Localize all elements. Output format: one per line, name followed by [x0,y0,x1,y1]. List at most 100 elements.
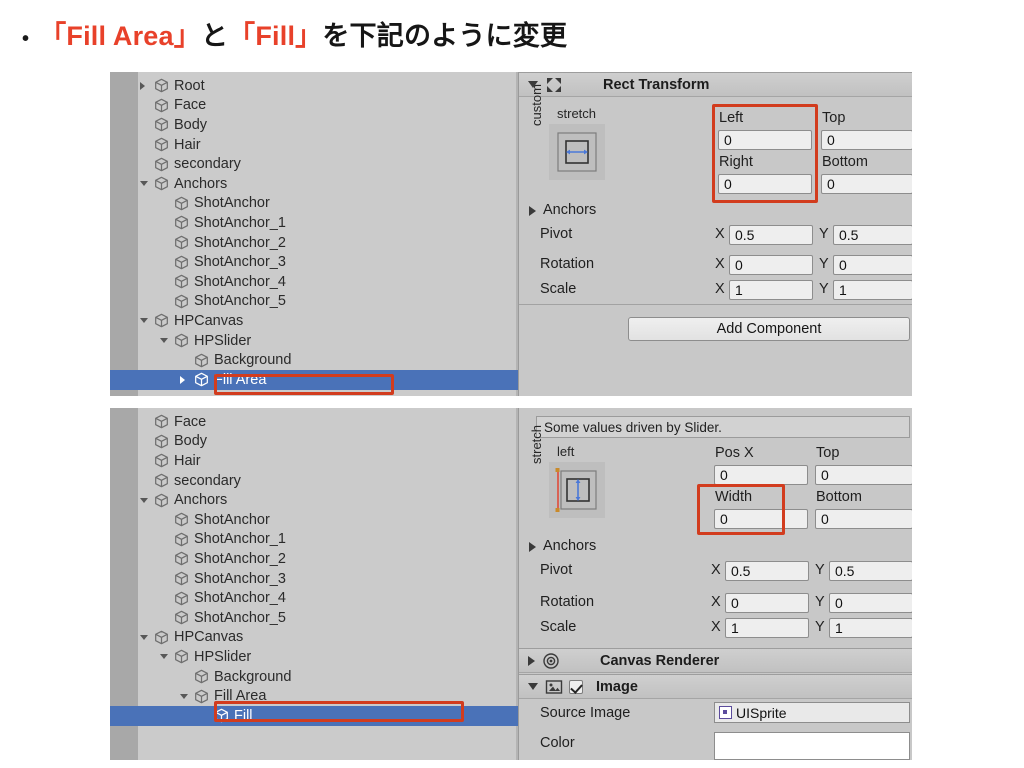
scale-x-input[interactable]: 1 [729,280,813,300]
hierarchy-item[interactable]: secondary [110,154,518,174]
field-input-width[interactable]: 0 [714,509,808,529]
field-input-right[interactable]: 0 [718,174,812,194]
chevron-right-icon[interactable] [529,206,536,216]
hierarchy-item[interactable]: ShotAnchor_5 [110,608,518,628]
game-object-icon [174,610,189,625]
hierarchy-item[interactable]: Body [110,115,518,135]
chevron-down-icon[interactable] [180,693,188,699]
anchor-preset-widget-top[interactable]: stretch custom [529,84,623,186]
hierarchy-item[interactable]: secondary [110,471,518,491]
hierarchy-item-label: Fill Area [214,371,267,388]
hierarchy-item[interactable]: ShotAnchor_3 [110,569,518,589]
game-object-icon [154,157,169,172]
field-input-bottom[interactable]: 0 [821,174,912,194]
field-input-left[interactable]: 0 [718,130,812,150]
chevron-down-icon[interactable] [160,338,168,344]
source-image-field[interactable]: UISprite [714,702,910,723]
rotation-y-input[interactable]: 0 [829,593,912,613]
hierarchy-item[interactable]: HPCanvas [110,628,518,648]
hierarchy-item[interactable]: ShotAnchor_5 [110,292,518,312]
field-input-pos-x[interactable]: 0 [714,465,808,485]
chevron-down-icon[interactable] [160,654,168,660]
anchor-vertical-label: stretch [529,424,544,464]
hierarchy-item[interactable]: ShotAnchor_1 [110,530,518,550]
scale-x-input[interactable]: 1 [725,618,809,638]
image-enabled-checkbox[interactable] [569,679,583,694]
chevron-down-icon[interactable] [140,181,148,187]
pivot-x-axis: X [715,226,725,242]
chevron-down-icon[interactable] [140,634,148,640]
chevron-right-icon[interactable] [529,542,536,552]
field-input-bottom[interactable]: 0 [815,509,912,529]
hierarchy-item[interactable]: Face [110,412,518,432]
game-object-icon [194,689,209,704]
hierarchy-item[interactable]: Face [110,96,518,116]
page-title: • 「Fill Area」 と 「Fill」 を下記のように変更 [22,14,567,53]
hierarchy-item[interactable]: Hair [110,451,518,471]
screenshot-top: Root Face Body Hair secondary Anchors ShotAnch… [110,72,912,396]
hierarchy-item-label: Face [174,413,207,430]
component-header-rect-transform[interactable]: Rect Transform [519,72,912,97]
canvas-renderer-icon [542,652,560,670]
anchor-preview [549,124,605,180]
pivot-y-input[interactable]: 0.5 [833,225,912,245]
game-object-icon [174,649,189,664]
field-label-bottom: Bottom [816,489,862,505]
scale-y-input[interactable]: 1 [833,280,912,300]
hierarchy-item[interactable]: ShotAnchor_3 [110,252,518,272]
hierarchy-item[interactable]: Fill Area [110,686,518,706]
scale-y-input[interactable]: 1 [829,618,912,638]
hierarchy-item[interactable]: HPCanvas [110,311,518,331]
hierarchy-item-label: Anchors [174,492,228,509]
hierarchy-item-selected[interactable]: Fill Area [110,369,518,390]
component-header-canvas-renderer[interactable]: Canvas Renderer [519,648,912,673]
hierarchy-item[interactable]: ShotAnchor_2 [110,549,518,569]
pivot-x-input[interactable]: 0.5 [729,225,813,245]
hierarchy-panel-bottom[interactable]: Face Body Hair secondary Anchors ShotAnchor Sh… [110,408,518,760]
hierarchy-item[interactable]: ShotAnchor_1 [110,213,518,233]
hierarchy-item[interactable]: HPSlider [110,647,518,667]
hierarchy-item[interactable]: ShotAnchor [110,510,518,530]
field-input-top[interactable]: 0 [815,465,912,485]
chevron-right-icon[interactable] [180,375,185,384]
hierarchy-item[interactable]: Background [110,350,518,370]
hierarchy-item[interactable]: Anchors [110,490,518,510]
game-object-icon [174,512,189,527]
hierarchy-item-label: ShotAnchor_1 [194,531,286,548]
chevron-right-icon[interactable] [528,655,535,666]
chevron-down-icon[interactable] [528,683,538,690]
hierarchy-item[interactable]: Background [110,667,518,687]
pivot-x-input[interactable]: 0.5 [725,561,809,581]
rotation-x-input[interactable]: 0 [725,593,809,613]
hierarchy-item[interactable]: ShotAnchor_2 [110,233,518,253]
hierarchy-panel-top[interactable]: Root Face Body Hair secondary Anchors ShotAnch… [110,72,518,396]
hierarchy-item[interactable]: Root [110,76,518,96]
hierarchy-item[interactable]: HPSlider [110,331,518,351]
hierarchy-item[interactable]: ShotAnchor [110,194,518,214]
chevron-right-icon[interactable] [140,81,145,90]
add-component-button[interactable]: Add Component [628,317,910,341]
row-label-pivot: Pivot [540,562,573,578]
color-swatch[interactable] [714,732,910,760]
source-image-value: UISprite [736,704,787,721]
pivot-y-input[interactable]: 0.5 [829,561,912,581]
hierarchy-item[interactable]: Hair [110,135,518,155]
inspector-divider [519,304,912,305]
hierarchy-item-label: secondary [174,156,241,173]
hierarchy-item[interactable]: Anchors [110,174,518,194]
row-label-rotation: Rotation [540,256,595,272]
rotation-x-input[interactable]: 0 [729,255,813,275]
field-input-top[interactable]: 0 [821,130,912,150]
chevron-down-icon[interactable] [140,497,148,503]
hierarchy-item[interactable]: ShotAnchor_4 [110,272,518,292]
hierarchy-item-selected[interactable]: Fill [110,705,518,726]
chevron-down-icon[interactable] [140,318,148,324]
hierarchy-item[interactable]: Body [110,432,518,452]
game-object-icon [154,78,169,93]
component-header-image[interactable]: Image [519,674,912,699]
component-title: Image [596,678,638,695]
rotation-y-input[interactable]: 0 [833,255,912,275]
screenshot-bottom: Face Body Hair secondary Anchors ShotAnchor Sh… [110,408,912,760]
anchor-preset-widget-bottom[interactable]: left stretch [529,425,623,524]
hierarchy-item[interactable]: ShotAnchor_4 [110,588,518,608]
